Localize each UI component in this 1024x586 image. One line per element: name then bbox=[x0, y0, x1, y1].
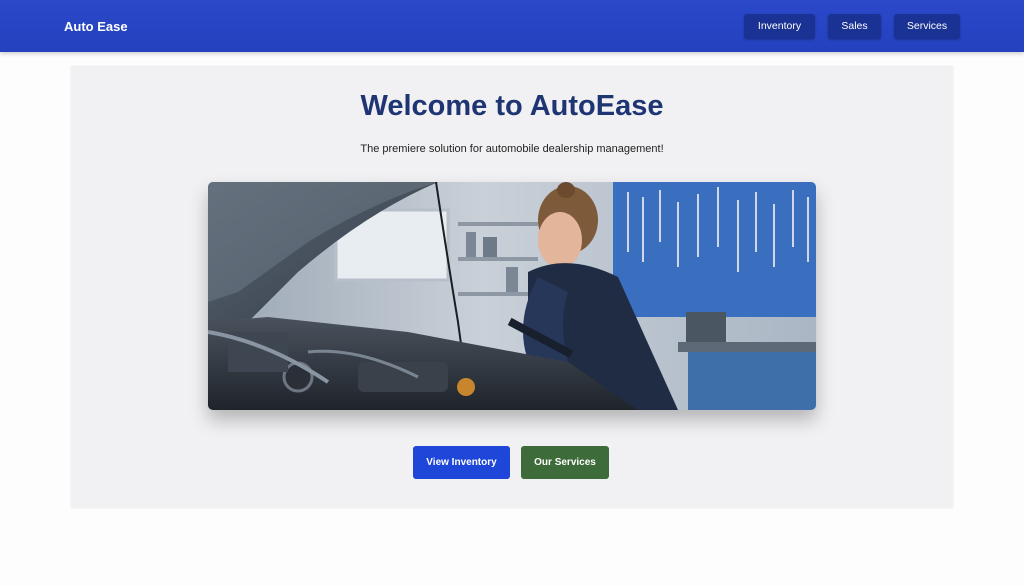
nav-links: Inventory Sales Services bbox=[744, 13, 960, 39]
nav-inventory-button[interactable]: Inventory bbox=[744, 13, 815, 39]
page-title: Welcome to AutoEase bbox=[360, 90, 664, 122]
top-navbar: Auto Ease Inventory Sales Services bbox=[0, 0, 1024, 52]
cta-buttons: View Inventory Our Services bbox=[413, 446, 609, 479]
nav-services-button[interactable]: Services bbox=[894, 13, 960, 39]
view-inventory-button[interactable]: View Inventory bbox=[413, 446, 510, 479]
mechanic-photo bbox=[208, 182, 816, 410]
hero-subtitle: The premiere solution for automobile dea… bbox=[360, 143, 664, 155]
our-services-button[interactable]: Our Services bbox=[521, 446, 609, 479]
mechanic-photo-illustration bbox=[208, 182, 816, 410]
hero-section: Welcome to AutoEase The premiere solutio… bbox=[71, 66, 953, 508]
nav-sales-button[interactable]: Sales bbox=[828, 13, 881, 39]
brand-logo[interactable]: Auto Ease bbox=[64, 19, 128, 34]
